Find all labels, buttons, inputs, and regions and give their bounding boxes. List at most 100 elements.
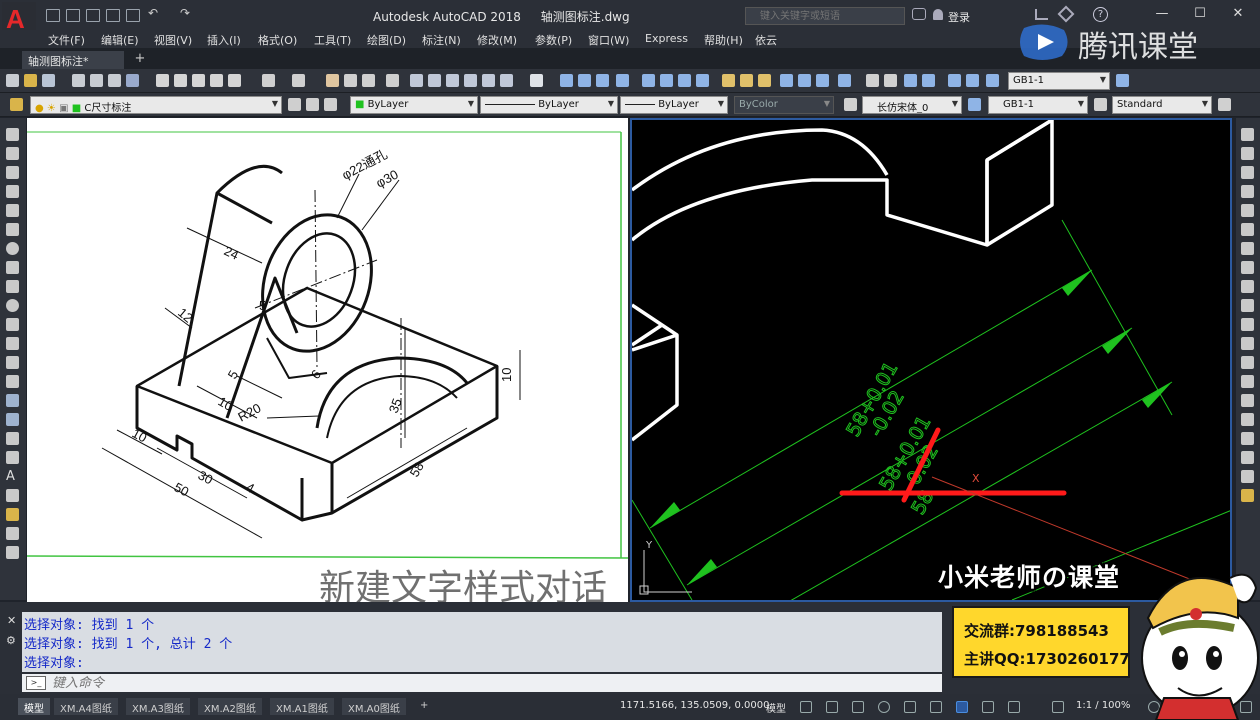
stretch-icon[interactable] [1241, 280, 1254, 293]
dim-space-icon[interactable] [780, 74, 793, 87]
point-icon[interactable] [6, 375, 19, 388]
region-icon[interactable] [6, 432, 19, 445]
save-as-icon[interactable] [106, 9, 120, 22]
fillet-icon[interactable] [1241, 413, 1254, 426]
new-icon[interactable] [46, 9, 60, 22]
cart-icon[interactable] [1035, 9, 1048, 20]
aligned-dim-icon[interactable] [578, 74, 591, 87]
plot-style-combo[interactable]: ByColor ▼ [734, 96, 834, 114]
new-tab-button[interactable]: + [132, 52, 148, 67]
layer-state-icon[interactable] [324, 98, 337, 111]
dim-break-icon[interactable] [798, 74, 811, 87]
open-icon[interactable] [66, 9, 80, 22]
reference-drawing-viewport[interactable]: φ22通孔 φ30 24 12 5 5 10 R20 35 10 10 30 5… [27, 118, 628, 602]
publish-icon[interactable] [108, 74, 121, 87]
model-space-button[interactable]: 模型 [766, 700, 786, 715]
add-selected-icon[interactable] [6, 489, 19, 502]
close-icon[interactable]: ✕ [7, 614, 16, 627]
rotate-icon[interactable] [1241, 242, 1254, 255]
3d-print-icon[interactable] [126, 74, 139, 87]
linear-dim-icon[interactable] [560, 74, 573, 87]
ellipse-icon[interactable] [6, 299, 19, 312]
gradient-icon[interactable] [6, 413, 19, 426]
open-icon[interactable] [24, 74, 37, 87]
add-layout-button[interactable]: + [414, 698, 434, 715]
jogged-linear-icon[interactable] [884, 74, 897, 87]
menu-help[interactable]: 帮助(H) [704, 32, 743, 48]
dim-style-icon[interactable] [966, 74, 979, 87]
polar-icon[interactable] [878, 701, 890, 713]
undo-icon[interactable] [262, 74, 275, 87]
menu-draw[interactable]: 绘图(D) [367, 32, 406, 48]
baseline-icon[interactable] [740, 74, 753, 87]
polyline-icon[interactable] [6, 166, 19, 179]
move-icon[interactable] [1241, 223, 1254, 236]
dimension-style-combo[interactable]: GB1-1 ▼ [1008, 72, 1110, 90]
offset-icon[interactable] [1241, 185, 1254, 198]
tab-xm-a3[interactable]: XM.A3图纸 [126, 698, 190, 715]
mtext-icon[interactable]: A [6, 470, 19, 483]
text-style-combo[interactable]: 长仿宋体_0 ▼ [862, 96, 962, 114]
zoom-window-icon[interactable] [362, 74, 375, 87]
tool-icon-e[interactable] [1241, 489, 1254, 502]
menu-file[interactable]: 文件(F) [48, 32, 85, 48]
grid-icon[interactable] [800, 701, 812, 713]
block-editor-icon[interactable] [228, 74, 241, 87]
wrench-icon[interactable]: ⚙ [6, 634, 16, 647]
color-combo[interactable]: ■ ByLayer ▼ [350, 96, 478, 114]
cut-icon[interactable] [156, 74, 169, 87]
radius-dim-icon[interactable] [642, 74, 655, 87]
dim-override-icon[interactable] [986, 74, 999, 87]
dim-style-manager-icon[interactable] [1116, 74, 1129, 87]
blend-icon[interactable] [1241, 432, 1254, 445]
dim-style-manager-icon[interactable] [968, 98, 981, 111]
quick-dim-icon[interactable] [722, 74, 735, 87]
menu-parametric[interactable]: 参数(P) [535, 32, 572, 48]
jogged-icon[interactable] [660, 74, 673, 87]
dim-text-edit-icon[interactable] [922, 74, 935, 87]
tool-icon-c[interactable] [6, 546, 19, 559]
polygon-icon[interactable] [6, 185, 19, 198]
insert-block-icon[interactable] [6, 337, 19, 350]
text-style-manager-icon[interactable] [844, 98, 857, 111]
ellipse-arc-icon[interactable] [6, 318, 19, 331]
table-style-combo[interactable]: Standard ▼ [1112, 96, 1212, 114]
center-mark-icon[interactable] [838, 74, 851, 87]
copy-object-icon[interactable] [1241, 147, 1254, 160]
array-icon[interactable] [1241, 204, 1254, 217]
match-properties-icon[interactable] [210, 74, 223, 87]
zoom-realtime-icon[interactable] [344, 74, 357, 87]
markup-icon[interactable] [482, 74, 495, 87]
sign-in-button[interactable]: 登录 [948, 9, 970, 25]
inspect-icon[interactable] [866, 74, 879, 87]
construction-line-icon[interactable] [6, 147, 19, 160]
save-icon[interactable] [42, 74, 55, 87]
menu-insert[interactable]: 插入(I) [207, 32, 241, 48]
redo-icon[interactable] [292, 74, 305, 87]
help-icon[interactable]: ? [1093, 7, 1108, 22]
tool-palettes-icon[interactable] [446, 74, 459, 87]
make-current-layer-icon[interactable] [288, 98, 301, 111]
preview-icon[interactable] [90, 74, 103, 87]
properties-icon[interactable] [410, 74, 423, 87]
multileader-style-icon[interactable] [1218, 98, 1231, 111]
close-button[interactable]: ✕ [1226, 6, 1250, 24]
tab-xm-a0[interactable]: XM.A0图纸 [342, 698, 406, 715]
tool-icon-b[interactable] [6, 527, 19, 540]
document-tab[interactable]: 轴测图标注* [22, 51, 124, 69]
plot-icon[interactable] [72, 74, 85, 87]
search-input[interactable] [746, 8, 886, 24]
tab-xm-a1[interactable]: XM.A1图纸 [270, 698, 334, 715]
join-icon[interactable] [1241, 375, 1254, 388]
arc-length-icon[interactable] [596, 74, 609, 87]
rectangle-icon[interactable] [6, 204, 19, 217]
circle-icon[interactable] [6, 242, 19, 255]
lineweight-combo[interactable]: ByLayer ▼ [620, 96, 728, 114]
revcloud-icon[interactable] [6, 261, 19, 274]
plot-icon[interactable] [126, 9, 140, 22]
copy-icon[interactable] [174, 74, 187, 87]
menu-view[interactable]: 视图(V) [154, 32, 192, 48]
layer-combo[interactable]: ● ☀ ▣ ■ C尺寸标注 ▼ [30, 96, 282, 114]
command-prompt-icon[interactable]: >_ [26, 676, 46, 690]
command-input[interactable] [52, 674, 752, 692]
